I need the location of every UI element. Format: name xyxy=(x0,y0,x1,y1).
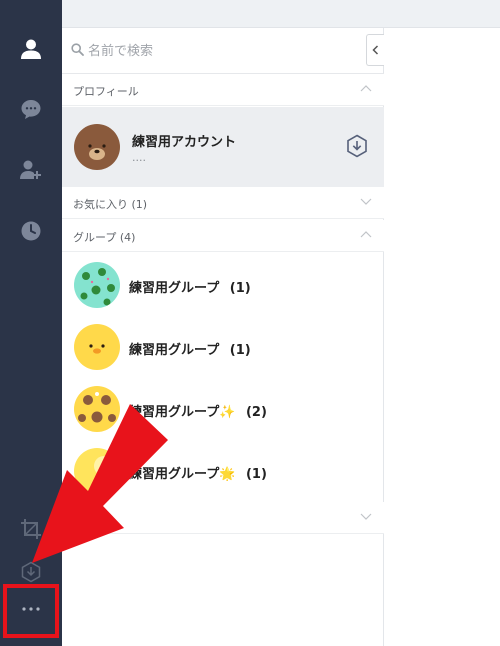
collapse-panel-button[interactable] xyxy=(366,34,384,66)
chevron-down-icon[interactable] xyxy=(360,198,372,205)
profile-row[interactable]: 練習用アカウント .... xyxy=(62,107,384,187)
person-icon[interactable] xyxy=(16,34,46,64)
download-icon[interactable] xyxy=(346,134,368,158)
avatar xyxy=(74,324,120,370)
group-name: 練習用グループ🌟 xyxy=(129,467,236,482)
clock-icon[interactable] xyxy=(16,216,46,246)
section-title: お気に入り (1) xyxy=(73,198,148,211)
section-header-groups[interactable]: グループ (4) xyxy=(62,220,384,252)
section-header-profile[interactable]: プロフィール xyxy=(62,74,384,106)
more-icon[interactable] xyxy=(16,594,46,624)
chevron-left-icon xyxy=(372,45,379,55)
avatar xyxy=(74,262,120,308)
section-header-friends[interactable]: (2) xyxy=(62,502,384,534)
search-icon xyxy=(71,43,84,56)
profile-name: 練習用アカウント xyxy=(132,135,237,150)
avatar xyxy=(74,386,120,432)
search-input[interactable] xyxy=(88,38,358,64)
search-bar xyxy=(62,28,384,74)
group-row[interactable]: 練習用グループ🌟 (1) xyxy=(62,440,384,502)
section-title: グループ (4) xyxy=(73,231,136,244)
section-title: (2) xyxy=(73,511,89,524)
avatar xyxy=(74,448,120,494)
download-icon[interactable] xyxy=(16,557,46,587)
chat-icon[interactable] xyxy=(16,94,46,124)
group-name: 練習用グループ✨ xyxy=(129,405,236,420)
group-row[interactable]: 練習用グループ✨ (2) xyxy=(62,378,384,440)
avatar xyxy=(74,124,120,170)
add-friend-icon[interactable] xyxy=(16,155,46,185)
chevron-up-icon[interactable] xyxy=(360,85,372,92)
group-member-count: (1) xyxy=(229,343,251,358)
profile-status: .... xyxy=(132,151,146,164)
crop-icon[interactable] xyxy=(16,514,46,544)
section-header-favorites[interactable]: お気に入り (1) xyxy=(62,187,384,219)
sidebar xyxy=(0,0,62,646)
friend-list-panel: プロフィール 練習用アカウント .... お気に入り (1) グループ (4) … xyxy=(62,28,384,646)
group-row[interactable]: 練習用グループ (1) xyxy=(62,316,384,378)
group-member-count: (1) xyxy=(245,467,267,482)
group-row[interactable]: 練習用グループ (1) xyxy=(62,254,384,316)
section-title: プロフィール xyxy=(73,85,139,98)
chevron-down-icon[interactable] xyxy=(360,513,372,520)
chevron-up-icon[interactable] xyxy=(360,231,372,238)
group-name: 練習用グループ xyxy=(129,281,220,296)
top-bar xyxy=(62,0,500,28)
group-name: 練習用グループ xyxy=(129,343,220,358)
group-member-count: (1) xyxy=(229,281,251,296)
group-member-count: (2) xyxy=(245,405,267,420)
